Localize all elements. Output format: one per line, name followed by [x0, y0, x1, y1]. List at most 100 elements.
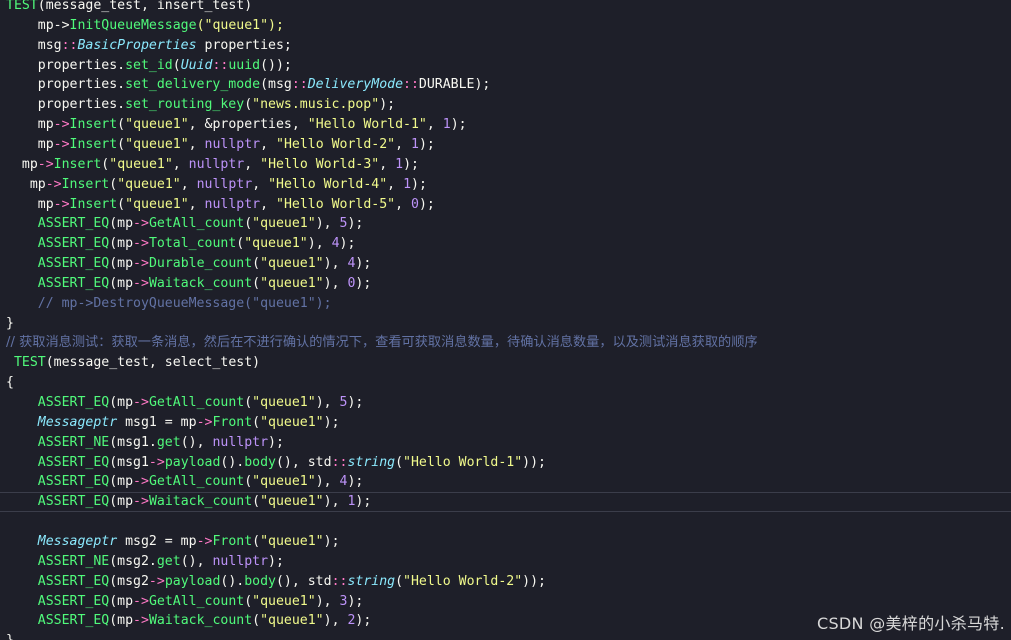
code-line[interactable]: mp->Insert("queue1", nullptr, "Hello Wor…: [0, 135, 1011, 155]
code-token: (message_test, insert_test): [37, 0, 253, 13]
code-token: ASSERT_EQ: [6, 216, 110, 232]
code-token: "queue1": [252, 474, 316, 490]
code-token: TEST: [6, 0, 38, 13]
code-line[interactable]: TEST(message_test, insert_test): [0, 0, 1011, 16]
code-line[interactable]: TEST(message_test, select_test): [0, 353, 1011, 373]
code-token: (: [244, 97, 253, 113]
code-line[interactable]: // 获取消息测试：获取一条消息，然后在不进行确认的情况下，查看可获取消息数量，…: [0, 333, 1011, 353]
code-token: "queue1": [260, 613, 324, 629]
code-token: payload: [164, 573, 221, 589]
code-token: );: [355, 613, 372, 629]
code-token: Insert: [69, 117, 118, 133]
code-token: ->: [45, 176, 62, 192]
code-token: (), std: [275, 573, 332, 589]
code-token: ->: [196, 533, 213, 549]
code-token: (msg2.: [109, 553, 157, 569]
code-token: (mp: [109, 256, 134, 272]
code-token: msg2 = mp: [117, 533, 197, 549]
code-token: ASSERT_NE: [6, 434, 110, 450]
code-token: "queue1": [125, 196, 189, 212]
code-line[interactable]: {: [0, 373, 1011, 393]
code-line[interactable]: mp->Insert("queue1", nullptr, "Hello Wor…: [0, 195, 1011, 215]
code-line[interactable]: ASSERT_EQ(mp->Durable_count("queue1"), 4…: [0, 254, 1011, 274]
code-token: (: [117, 196, 126, 212]
code-token: body: [244, 454, 276, 470]
code-token: ());: [260, 57, 292, 73]
code-token: ->: [133, 256, 149, 272]
code-line[interactable]: mp->Insert("queue1", nullptr, "Hello Wor…: [0, 175, 1011, 195]
code-line[interactable]: // mp->DestroyQueueMessage("queue1");: [0, 294, 1011, 314]
code-token: mp: [6, 136, 54, 152]
code-line[interactable]: properties.set_delivery_mode(msg::Delive…: [0, 75, 1011, 95]
code-line[interactable]: ASSERT_EQ(mp->GetAll_count("queue1"), 5)…: [0, 393, 1011, 413]
code-line[interactable]: mp->InitQueueMessage("queue1");: [0, 16, 1011, 36]
code-token: get: [156, 434, 181, 450]
code-token: (: [252, 494, 261, 510]
code-line[interactable]: ASSERT_EQ(msg1->payload().body(), std::s…: [0, 453, 1011, 473]
code-token: ),: [315, 474, 340, 490]
code-token: (mp: [109, 474, 134, 490]
code-token: 1: [395, 156, 404, 172]
code-token: ->: [53, 136, 70, 152]
code-token: (: [244, 593, 253, 609]
code-token: nullptr: [188, 156, 245, 172]
code-line[interactable]: properties.set_routing_key("news.music.p…: [0, 95, 1011, 115]
code-line[interactable]: }: [0, 314, 1011, 334]
code-token: Insert: [53, 156, 102, 172]
code-token: ));: [522, 454, 546, 470]
code-token: "Hello World-4": [268, 176, 388, 192]
code-token: // 获取消息测试：获取一条消息，然后在不进行确认的情况下，查看可获取消息数量，…: [6, 335, 758, 351]
code-line[interactable]: ASSERT_NE(msg1.get(), nullptr);: [0, 433, 1011, 453]
code-token: GetAll_count: [148, 593, 245, 609]
code-line[interactable]: msg::BasicProperties properties;: [0, 36, 1011, 56]
code-token: (mp: [109, 216, 134, 232]
code-line[interactable]: ASSERT_NE(msg2.get(), nullptr);: [0, 552, 1011, 572]
code-line[interactable]: ASSERT_EQ(mp->Waitack_count("queue1"), 1…: [0, 492, 1011, 513]
code-token: ),: [315, 395, 340, 410]
code-token: ->: [133, 613, 149, 629]
code-line[interactable]: Messageptr msg2 = mp->Front("queue1");: [0, 532, 1011, 552]
code-token: ().: [220, 454, 245, 470]
code-token: (: [252, 533, 261, 549]
code-line[interactable]: ASSERT_EQ(mp->GetAll_count("queue1"), 4)…: [0, 472, 1011, 492]
code-token: (), std: [275, 454, 332, 470]
code-token: // mp->DestroyQueueMessage("queue1");: [6, 295, 332, 311]
code-line[interactable]: ASSERT_EQ(mp->GetAll_count("queue1"), 5)…: [0, 214, 1011, 234]
code-token: ASSERT_EQ: [6, 474, 110, 490]
code-editor[interactable]: TEST(message_test, insert_test) mp->Init…: [0, 0, 1011, 640]
code-token: );: [418, 196, 435, 212]
code-token: (mp: [109, 395, 134, 410]
code-token: ("queue1");: [196, 17, 284, 33]
code-token: );: [347, 395, 364, 410]
code-line[interactable]: ASSERT_EQ(mp->GetAll_count("queue1"), 3)…: [0, 592, 1011, 612]
code-line[interactable]: Messageptr msg1 = mp->Front("queue1");: [0, 413, 1011, 433]
code-token: "queue1": [260, 414, 324, 430]
code-token: TEST: [6, 355, 46, 371]
code-line[interactable]: [0, 512, 1011, 532]
code-token: (: [252, 275, 261, 291]
code-line[interactable]: ASSERT_EQ(msg2->payload().body(), std::s…: [0, 572, 1011, 592]
csdn-watermark: CSDN @美梓的小杀马特.: [817, 614, 1005, 633]
code-token: payload: [164, 454, 221, 470]
code-token: ,: [180, 176, 197, 192]
code-token: "queue1": [260, 533, 324, 549]
code-token: InitQueueMessage: [69, 17, 197, 33]
code-line[interactable]: ASSERT_EQ(mp->Waitack_count("queue1"), 0…: [0, 274, 1011, 294]
code-token: (mp: [109, 494, 134, 510]
code-line[interactable]: mp->Insert("queue1", nullptr, "Hello Wor…: [0, 155, 1011, 175]
code-token: "queue1": [125, 136, 189, 152]
code-token: ::: [331, 573, 348, 589]
code-token: ,: [426, 117, 443, 133]
code-token: ),: [323, 494, 348, 510]
code-token: (mp: [109, 613, 134, 629]
code-line[interactable]: mp->Insert("queue1", &properties, "Hello…: [0, 115, 1011, 135]
code-line[interactable]: properties.set_id(Uuid::uuid());: [0, 56, 1011, 76]
code-token: (message_test, select_test): [45, 355, 261, 371]
code-token: mp: [6, 117, 54, 133]
code-token: );: [355, 494, 372, 510]
code-token: ::: [403, 77, 419, 93]
code-token: ,: [188, 136, 205, 152]
code-token: ASSERT_EQ: [6, 454, 110, 470]
code-line[interactable]: ASSERT_EQ(mp->Total_count("queue1"), 4);: [0, 234, 1011, 254]
code-token: "Hello World-2": [276, 136, 396, 152]
